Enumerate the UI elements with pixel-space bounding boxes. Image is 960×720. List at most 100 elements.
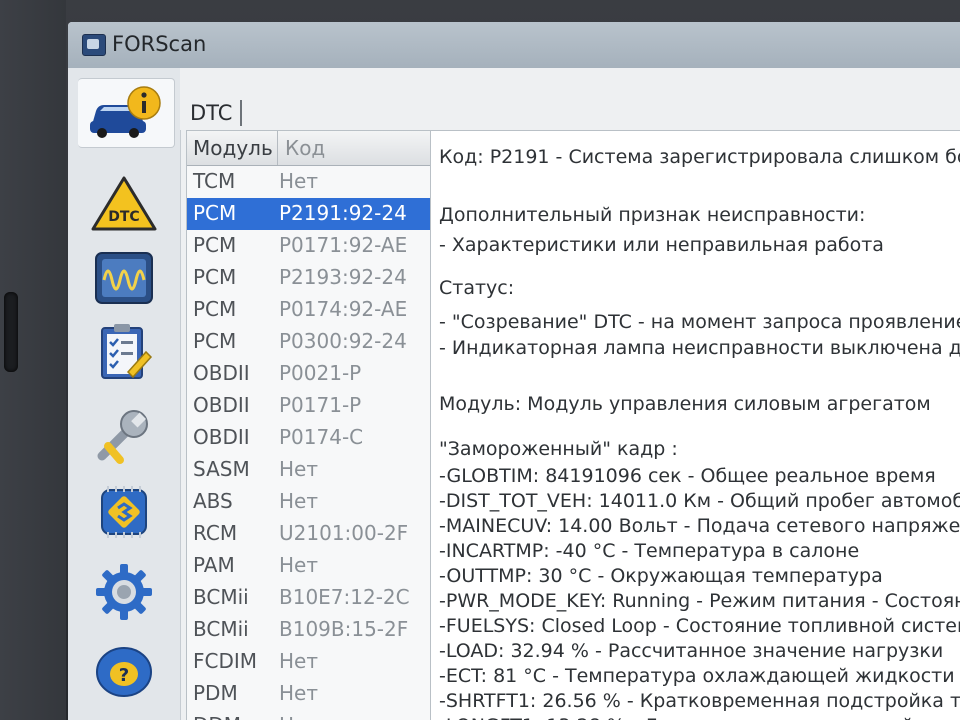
cell-code: P0171:92-AE: [279, 233, 408, 257]
detail-line: -SHRTFT1: 26.56 % - Кратковременная подс…: [439, 690, 960, 712]
cell-module: OBDII: [193, 425, 250, 449]
help-button[interactable]: ?: [78, 636, 170, 704]
table-row[interactable]: PCM P0174:92-AE: [187, 294, 431, 326]
main-toolbar: DTC ?: [68, 68, 181, 720]
cell-code: Нет: [279, 649, 318, 673]
tab-dtc[interactable]: DTC: [190, 100, 243, 126]
table-row[interactable]: PCM P2193:92-24: [187, 262, 431, 294]
table-row[interactable]: OBDII P0171-P: [187, 390, 431, 422]
detail-line: Модуль: Модуль управления силовым агрега…: [439, 393, 931, 415]
cell-module: OBDII: [193, 361, 250, 385]
oscilloscope-button[interactable]: [78, 244, 170, 312]
service-tools-button[interactable]: [78, 402, 170, 470]
detail-line: Статус:: [439, 277, 515, 299]
help-icon-label: ?: [119, 665, 129, 686]
tab-strip: DTC: [180, 68, 960, 130]
chip-icon: [101, 486, 147, 538]
module-programming-button[interactable]: [78, 478, 170, 546]
table-row[interactable]: PCM P0300:92-24: [187, 326, 431, 358]
table-row[interactable]: FCDIM Нет: [187, 646, 431, 678]
cell-module: ABS: [193, 489, 233, 513]
bezel-slot: [4, 292, 18, 372]
settings-gear-icon: [96, 564, 152, 620]
cell-code: P0174:92-AE: [279, 297, 408, 321]
title-bar: FORScan: [68, 22, 960, 68]
detail-line: -PWR_MODE_KEY: Running - Режим питания -…: [439, 590, 960, 612]
table-row[interactable]: BCMii B109B:15-2F: [187, 614, 431, 646]
column-header-module[interactable]: Модуль: [193, 136, 273, 160]
cell-module: DDM: [193, 713, 241, 720]
column-header-code[interactable]: Код: [285, 136, 325, 160]
app-title: FORScan: [112, 32, 207, 56]
cell-code: Нет: [279, 457, 318, 481]
cell-module: PDM: [193, 681, 238, 705]
vehicle-info-button[interactable]: [78, 78, 175, 148]
cell-code: P0021-P: [279, 361, 362, 385]
dtc-button[interactable]: DTC: [78, 170, 170, 238]
table-row[interactable]: DDM Нет: [187, 710, 431, 720]
dtc-table-body: TCM Нет PCM P2191:92-24 PCM P0171:92-AE PCM P21…: [187, 166, 431, 720]
cell-module: RCM: [193, 521, 238, 545]
cell-module: PCM: [193, 297, 237, 321]
cell-module: TCM: [193, 169, 236, 193]
detail-line: -ECT: 81 °C - Температура охлаждающей жи…: [439, 665, 955, 687]
cell-module: PCM: [193, 329, 237, 353]
cell-module: BCMii: [193, 585, 249, 609]
dtc-details-panel: Код: P2191 - Система зарегистрировала сл…: [430, 130, 960, 720]
detail-line: -FUELSYS: Closed Loop - Состояние топлив…: [439, 615, 960, 637]
detail-line: Код: P2191 - Система зарегистрировала сл…: [439, 146, 960, 168]
help-icon: ?: [96, 647, 152, 697]
vehicle-info-icon: [90, 86, 161, 138]
dtc-icon-label: DTC: [108, 209, 139, 225]
dtc-warning-icon: DTC: [91, 176, 157, 231]
cell-code: Нет: [279, 713, 318, 720]
cell-code: Нет: [279, 553, 318, 577]
detail-line: -LOAD: 32.94 % - Рассчитанное значение н…: [439, 640, 944, 662]
cell-code: U2101:00-2F: [279, 521, 409, 545]
cell-module: PCM: [193, 265, 237, 289]
cell-code: P0171-P: [279, 393, 362, 417]
cell-code: B10E7:12-2C: [279, 585, 410, 609]
table-row[interactable]: PCM P0171:92-AE: [187, 230, 431, 262]
dtc-table: Модуль Код TCM Нет PCM P2191:92-24 PCM P0171:…: [186, 130, 432, 720]
cell-code: P2193:92-24: [279, 265, 407, 289]
table-row[interactable]: PCM P2191:92-24: [187, 198, 431, 230]
table-row[interactable]: OBDII P0021-P: [187, 358, 431, 390]
cell-module: FCDIM: [193, 649, 258, 673]
table-row[interactable]: BCMii B10E7:12-2C: [187, 582, 431, 614]
settings-button[interactable]: [78, 558, 170, 626]
forscan-window: FORScan DTC ? DTC Модуль Код TCM Нет PCM…: [68, 22, 960, 720]
cell-code: Нет: [279, 681, 318, 705]
detail-line: "Замороженный" кадр :: [439, 438, 678, 460]
detail-line: -LONGFT1: 13.28 % - Долговременная подст…: [439, 715, 960, 720]
table-row[interactable]: OBDII P0174-C: [187, 422, 431, 454]
detail-line: -DIST_TOT_VEH: 14011.0 Км - Общий пробег…: [439, 490, 960, 512]
table-row[interactable]: PAM Нет: [187, 550, 431, 582]
detail-line: - Характеристики или неправильная работа: [439, 234, 884, 256]
oscilloscope-icon: [95, 252, 153, 304]
detail-line: Дополнительный признак неисправности:: [439, 204, 866, 226]
detail-line: -MAINECUV: 14.00 Вольт - Подача сетевого…: [439, 515, 960, 537]
column-divider[interactable]: [277, 131, 278, 165]
cell-code: Нет: [279, 169, 318, 193]
table-row[interactable]: ABS Нет: [187, 486, 431, 518]
cell-module: PCM: [193, 233, 237, 257]
dtc-table-header: Модуль Код: [187, 131, 431, 166]
cell-code: B109B:15-2F: [279, 617, 409, 641]
table-row[interactable]: TCM Нет: [187, 166, 431, 198]
detail-line: -INCARTMP: -40 °C - Температура в салоне: [439, 540, 860, 562]
app-logo-icon: [82, 34, 106, 56]
wrench-icon: [97, 410, 148, 464]
table-row[interactable]: SASM Нет: [187, 454, 431, 486]
cell-module: PCM: [193, 201, 237, 225]
cell-code: P0174-C: [279, 425, 364, 449]
cell-code: Нет: [279, 489, 318, 513]
monitor-bezel-side: [0, 0, 66, 720]
cell-module: PAM: [193, 553, 235, 577]
table-row[interactable]: PDM Нет: [187, 678, 431, 710]
cell-module: OBDII: [193, 393, 250, 417]
checklist-button[interactable]: [78, 318, 170, 386]
table-row[interactable]: RCM U2101:00-2F: [187, 518, 431, 550]
cell-module: SASM: [193, 457, 250, 481]
cell-code: P0300:92-24: [279, 329, 407, 353]
